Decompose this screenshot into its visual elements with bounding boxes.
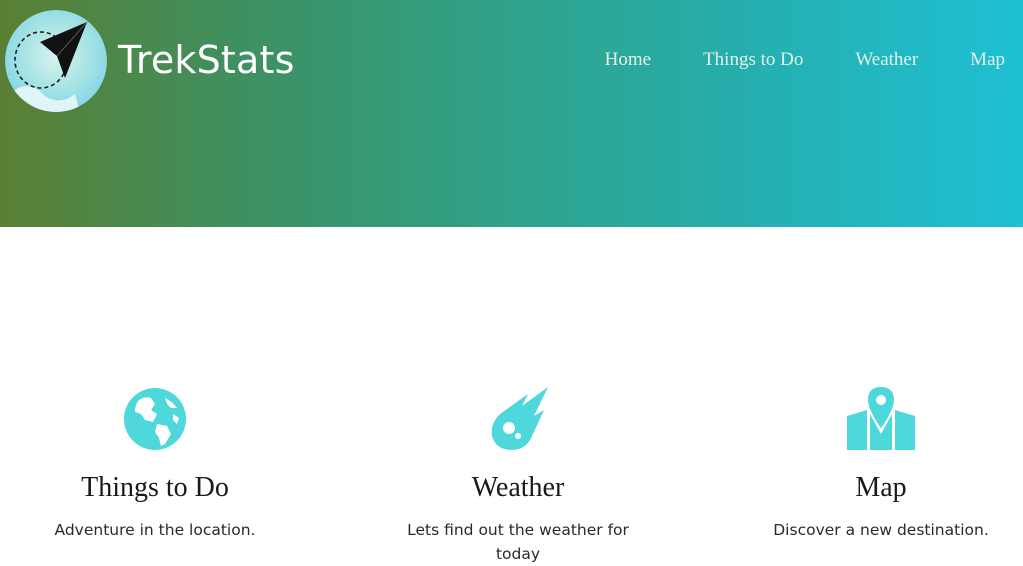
feature-title: Weather xyxy=(471,472,565,503)
nav-home[interactable]: Home xyxy=(605,49,651,71)
feature-map: Map Discover a new destination. xyxy=(751,384,1011,542)
paper-plane-icon xyxy=(5,10,107,112)
feature-description: Lets find out the weather for today xyxy=(407,521,629,563)
logo[interactable] xyxy=(5,10,107,112)
feature-title: Things to Do xyxy=(81,472,229,503)
brand-name[interactable]: TrekStats xyxy=(118,38,295,82)
globe-icon xyxy=(124,388,186,450)
feature-things-to-do: Things to Do Adventure in the location. xyxy=(25,384,285,542)
map-pin-icon xyxy=(847,384,915,450)
nav-map[interactable]: Map xyxy=(970,49,1005,71)
header-banner: TrekStats Home Things to Do Weather Map xyxy=(0,0,1023,227)
main-nav: Home Things to Do Weather Map xyxy=(605,49,1005,71)
feature-section: Things to Do Adventure in the location. … xyxy=(0,384,1023,563)
feature-description: Discover a new destination. xyxy=(773,521,989,539)
feature-weather: Weather Lets find out the weather for to… xyxy=(388,384,648,566)
feature-title: Map xyxy=(855,472,907,503)
feature-description: Adventure in the location. xyxy=(54,521,256,539)
nav-things-to-do[interactable]: Things to Do xyxy=(703,49,803,71)
meteor-icon xyxy=(491,387,548,450)
nav-weather[interactable]: Weather xyxy=(855,49,918,71)
